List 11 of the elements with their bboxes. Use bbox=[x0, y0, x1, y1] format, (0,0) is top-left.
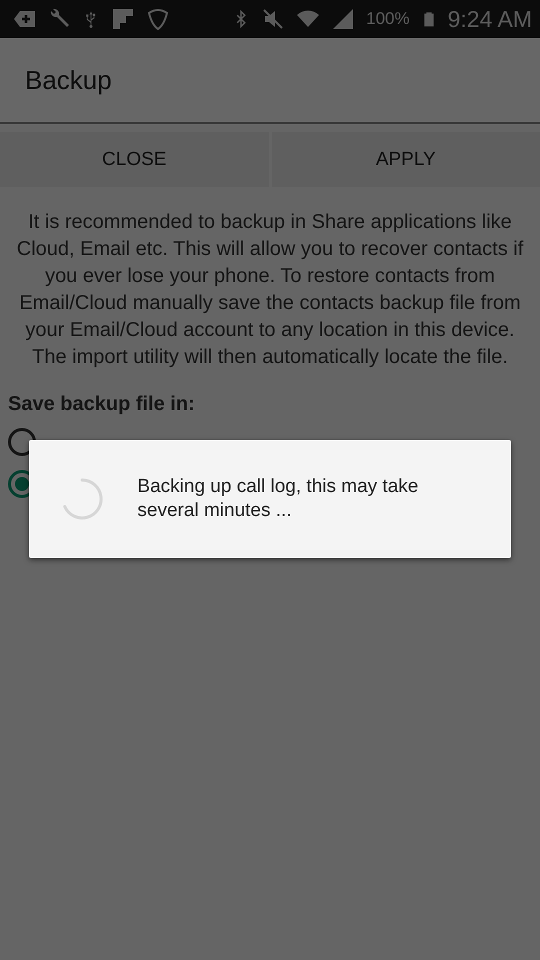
screen-title: Backup bbox=[25, 64, 112, 96]
save-location-label: Save backup file in: bbox=[8, 393, 196, 416]
battery-percent: 100% bbox=[366, 9, 410, 29]
muted-icon bbox=[261, 7, 286, 31]
apply-button[interactable]: APPLY bbox=[272, 132, 540, 187]
shield-icon bbox=[146, 7, 170, 31]
close-button[interactable]: CLOSE bbox=[0, 132, 268, 187]
progress-message: Backing up call log, this may take several minutes ... bbox=[137, 475, 420, 523]
clock-time: 9:24 AM bbox=[448, 6, 532, 32]
description-text: It is recommended to backup in Share applications like Cloud, Email etc. This will allow you to recover contacts if you ever lose your phone. To restore contacts from Email/Cloud manually save the contacts backup file from your Email/Cloud account to any location in this device. The import utility will then automatically locate the file. bbox=[16, 210, 524, 370]
signal-icon bbox=[331, 7, 356, 31]
